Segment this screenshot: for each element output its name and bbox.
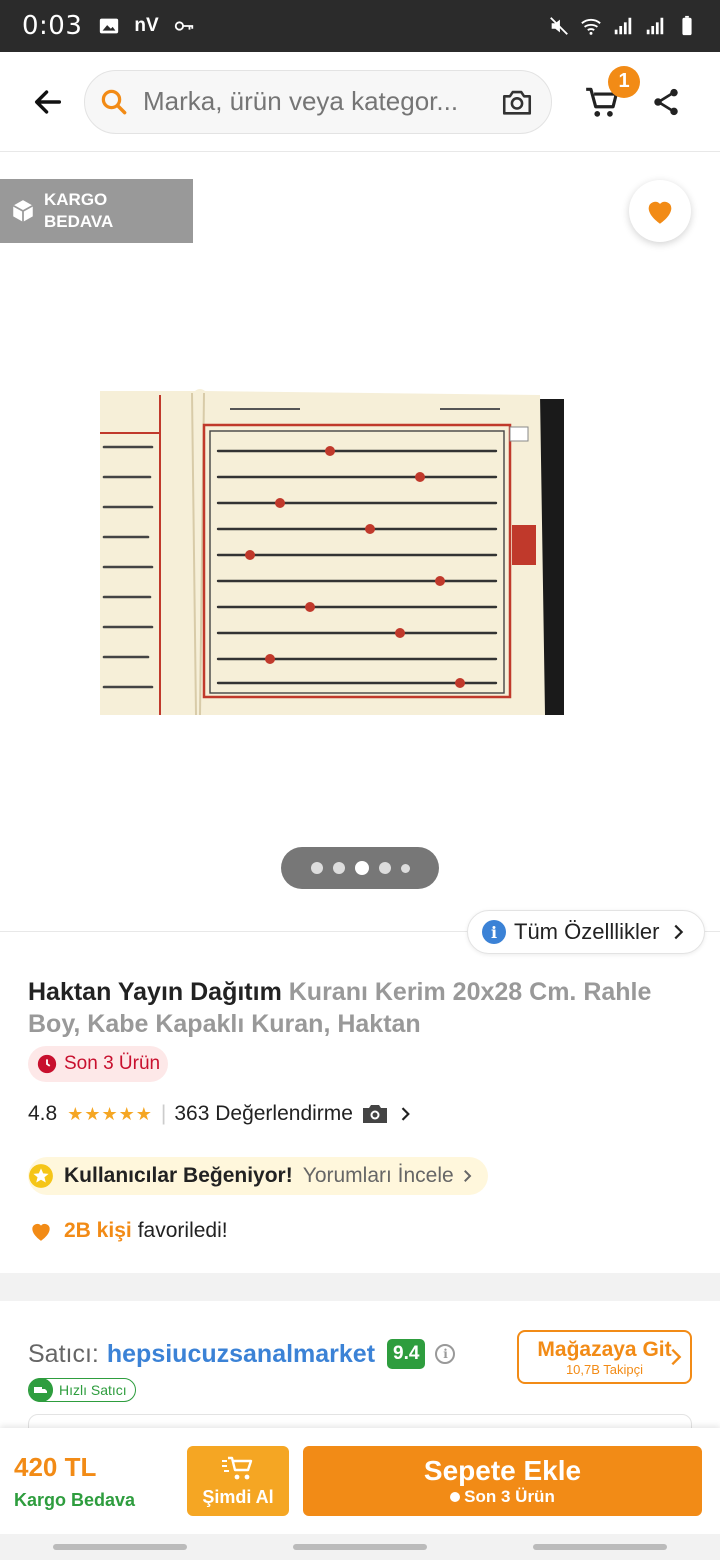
gallery-pagination[interactable]	[281, 847, 439, 889]
page-dot-active[interactable]	[354, 861, 369, 875]
star-badge-icon	[29, 1164, 53, 1188]
page-dot[interactable]	[310, 862, 323, 874]
nav-home-handle[interactable]	[293, 1544, 427, 1550]
free-shipping-text: KARGO BEDAVA	[44, 189, 113, 233]
image-icon	[100, 18, 119, 34]
seller-score-badge: 9.4	[387, 1339, 426, 1369]
add-to-cart-stock: Son 3 Ürün	[450, 1487, 555, 1507]
product-image[interactable]	[100, 385, 620, 715]
heart-icon	[32, 1223, 50, 1241]
badge-line-1: KARGO	[44, 190, 108, 209]
seller-section: Satıcı: hepsiucuzsanalmarket 9.4 i Hızlı…	[0, 1301, 720, 1427]
nv-icon: nV	[134, 15, 159, 36]
rating-row[interactable]: 4.8 ★★★★★ | 363 Değerlendirme	[28, 1102, 415, 1126]
seller-label: Satıcı:	[28, 1339, 99, 1368]
signal-icon	[614, 17, 632, 35]
fast-seller-badge: Hızlı Satıcı	[28, 1378, 136, 1402]
back-button[interactable]	[24, 78, 72, 126]
users-like-title: Kullanıcılar Beğeniyor!	[64, 1164, 293, 1187]
free-shipping-label: Kargo Bedava	[14, 1490, 136, 1510]
system-nav-bar	[0, 1534, 720, 1560]
status-left-icons: nV	[98, 15, 194, 37]
favorites-text: favoriledi!	[137, 1219, 228, 1242]
package-icon	[12, 200, 34, 222]
search-box[interactable]	[84, 69, 552, 134]
users-like-banner[interactable]: Kullanıcılar Beğeniyor! Yorumları İncele	[28, 1157, 488, 1195]
rating-stars: ★★★★★	[67, 1103, 153, 1124]
wifi-icon	[581, 18, 601, 35]
cart-button[interactable]: 1	[580, 65, 640, 124]
stock-dot-icon	[450, 1492, 461, 1502]
reviews-count[interactable]: 363 Değerlendirme	[174, 1102, 353, 1126]
cart-count-badge: 1	[608, 65, 640, 98]
bottom-action-bar: 420 TL Kargo Bedava Şimdi Al Sepete Ekle…	[0, 1428, 720, 1534]
all-specs-button[interactable]: i Tüm Özelllikler	[467, 910, 705, 954]
go-to-store-button[interactable]: Mağazaya Git 10,7B Takipçi	[517, 1330, 692, 1384]
signal-icon	[646, 17, 664, 35]
nav-back-handle[interactable]	[533, 1544, 667, 1550]
add-to-cart-button[interactable]: Sepete Ekle Son 3 Ürün	[303, 1446, 702, 1516]
go-to-store-label: Mağazaya Git	[537, 1337, 672, 1361]
quran-book-image	[100, 385, 620, 715]
buy-now-button[interactable]: Şimdi Al	[187, 1446, 289, 1516]
favorite-button[interactable]	[629, 180, 691, 242]
review-comments-link[interactable]: Yorumları İncele	[303, 1164, 454, 1188]
divider: |	[160, 1102, 167, 1125]
section-divider	[0, 1273, 720, 1301]
page-dot[interactable]	[400, 863, 410, 873]
favorites-count: 2B kişi	[64, 1219, 132, 1242]
product-title: Haktan Yayın Dağıtım Kuranı Kerim 20x28 …	[28, 976, 692, 1040]
info-icon[interactable]: i	[435, 1344, 456, 1364]
stock-badge: Son 3 Ürün	[28, 1046, 169, 1082]
rating-value: 4.8	[28, 1102, 58, 1125]
heart-icon	[648, 201, 672, 224]
mute-icon	[550, 17, 568, 35]
info-icon: i	[482, 920, 506, 944]
arrow-left-icon	[34, 89, 62, 114]
camera-search-button[interactable]	[497, 82, 537, 122]
clock-icon	[37, 1054, 57, 1074]
status-time: 0:03	[22, 11, 83, 41]
fast-cart-icon	[222, 1456, 253, 1479]
favorites-row: 2B kişi favoriledi!	[28, 1218, 228, 1244]
badge-line-2: BEDAVA	[44, 212, 114, 231]
add-to-cart-stock-text: Son 3 Ürün	[464, 1487, 555, 1506]
chevron-right-icon	[671, 1348, 682, 1366]
camera-icon	[362, 1105, 387, 1123]
battery-icon	[682, 15, 692, 36]
product-gallery[interactable]: KARGO BEDAVA	[0, 153, 720, 931]
chevron-right-icon	[463, 1170, 472, 1182]
price: 420 TL	[14, 1452, 97, 1482]
chevron-right-icon	[674, 924, 684, 940]
all-specs-label: Tüm Özelllikler	[514, 919, 660, 944]
buy-now-label: Şimdi Al	[202, 1486, 274, 1507]
product-details: i Tüm Özelllikler Haktan Yayın Dağıtım K…	[0, 910, 720, 1273]
seller-line: Satıcı: hepsiucuzsanalmarket 9.4 i	[28, 1339, 456, 1369]
search-input[interactable]	[143, 86, 483, 117]
seller-name-link[interactable]: hepsiucuzsanalmarket	[107, 1340, 375, 1369]
page-dot[interactable]	[378, 862, 391, 874]
add-to-cart-label: Sepete Ekle	[423, 1455, 582, 1486]
page-dot[interactable]	[332, 862, 345, 874]
chevron-right-icon	[401, 1107, 410, 1121]
share-button[interactable]	[646, 82, 686, 122]
key-icon	[174, 21, 193, 31]
store-followers: 10,7B Takipçi	[565, 1361, 644, 1377]
app-header: 1	[0, 52, 720, 152]
truck-icon	[29, 1378, 53, 1402]
fast-seller-text: Hızlı Satıcı	[59, 1382, 127, 1398]
nav-recents-handle[interactable]	[53, 1544, 187, 1550]
free-shipping-badge: KARGO BEDAVA	[0, 179, 193, 243]
stock-text: Son 3 Ürün	[64, 1053, 161, 1074]
search-icon	[101, 89, 127, 114]
status-right-icons	[548, 15, 698, 37]
status-bar: 0:03 nV	[0, 0, 720, 52]
product-brand[interactable]: Haktan Yayın Dağıtım	[28, 978, 282, 1006]
share-icon	[654, 88, 678, 115]
camera-icon	[502, 90, 532, 115]
